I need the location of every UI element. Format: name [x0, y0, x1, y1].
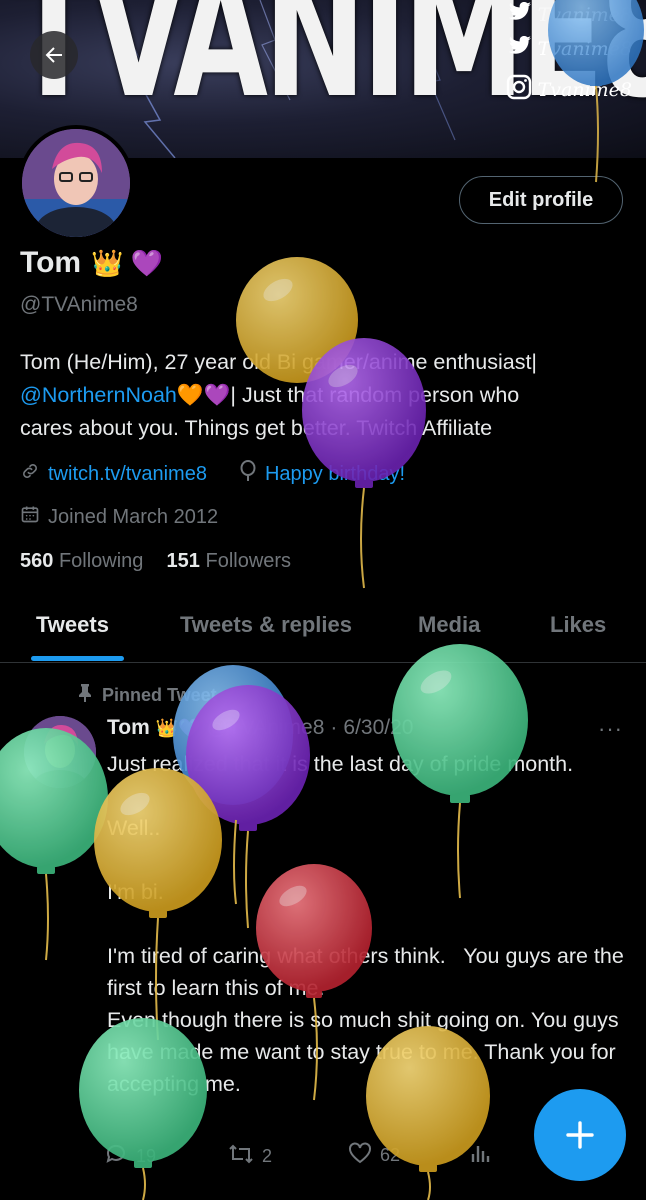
profile-birthday-link[interactable]: Happy birthday! — [265, 463, 405, 486]
active-tab-indicator — [31, 656, 124, 661]
bio-line-3: cares about you. Things get better. Twit… — [20, 416, 493, 440]
pinned-label: Pinned Tweet — [102, 685, 217, 705]
tweet-text: Just realized that it is the last day of… — [107, 752, 624, 1096]
profile-joined-text: Joined March 2012 — [48, 505, 219, 528]
followers-link[interactable]: 151 Followers — [167, 550, 292, 572]
profile-website-link[interactable]: twitch.tv/tvanime8 — [48, 463, 207, 486]
banner-handle-text: Tvanime8 — [537, 3, 632, 26]
edit-profile-button[interactable]: Edit profile — [459, 176, 623, 224]
profile-avatar[interactable] — [18, 125, 134, 241]
retweet-count: 2 — [262, 1146, 273, 1166]
twitter-bird-icon — [508, 1, 532, 27]
tab-likes[interactable]: Likes — [550, 612, 606, 638]
bio-line-2-rest: 🧡💜| Just that random person who — [176, 383, 520, 407]
tweet-date[interactable]: 6/30/20 — [343, 716, 413, 740]
views-button[interactable] — [470, 1142, 492, 1169]
retweet-button[interactable]: 2 — [228, 1142, 272, 1171]
bio-line-1: Tom (He/Him), 27 year old Bi gamer/anime… — [20, 350, 538, 374]
profile-tabs: Tweets Tweets & replies Media Likes — [0, 604, 646, 663]
tweet-header: Tom 👑💜 @TVAnime8 · 6/30/20 — [107, 716, 413, 740]
compose-tweet-button[interactable] — [534, 1089, 626, 1181]
reply-button[interactable]: 19 — [104, 1142, 156, 1171]
profile-handle: @TVAnime8 — [20, 293, 138, 316]
profile-meta-row: twitch.tv/tvanime8 Happy birthday! — [20, 460, 405, 488]
instagram-icon — [506, 74, 532, 105]
tweet-author-name[interactable]: Tom — [107, 716, 150, 740]
profile-name-text: Tom — [20, 246, 82, 279]
followers-count: 151 — [166, 550, 200, 572]
retweet-icon — [228, 1142, 254, 1171]
profile-name-emojis: 👑 💜 — [91, 247, 164, 278]
tab-tweets[interactable]: Tweets — [36, 612, 109, 638]
followers-label: Followers — [205, 550, 292, 572]
pin-icon — [78, 684, 92, 707]
pinned-indicator: Pinned Tweet — [78, 684, 217, 707]
avatar-illustration — [22, 129, 130, 237]
like-count: 62 — [380, 1145, 401, 1165]
tweet-author-avatar[interactable] — [24, 716, 96, 788]
twitter-bird-icon — [508, 35, 532, 61]
profile-name: Tom 👑 💜 — [20, 246, 163, 280]
calendar-icon — [20, 504, 40, 530]
banner-twitter-handle-2: Tvanime8 — [508, 35, 632, 61]
tweet-author-handle[interactable]: @TVAnime8 — [207, 716, 325, 740]
following-label: Following — [58, 550, 144, 572]
balloon-icon — [239, 460, 257, 488]
heart-icon — [348, 1142, 372, 1169]
arrow-left-icon — [45, 47, 62, 63]
banner-handle-text: Tvanime8 — [537, 37, 632, 60]
bio-mention-link[interactable]: @NorthernNoah — [20, 383, 177, 407]
reply-icon — [104, 1142, 128, 1171]
tweet-separator: · — [330, 716, 338, 739]
reply-count: 19 — [136, 1146, 157, 1166]
like-button[interactable]: 62 — [348, 1142, 400, 1169]
follow-stats: 560 Following 151 Followers — [20, 550, 291, 573]
link-icon — [20, 461, 40, 487]
banner-twitter-handle-1: Tvanime8 — [508, 1, 632, 27]
profile-joined-row: Joined March 2012 — [20, 504, 218, 530]
avatar-illustration — [24, 716, 96, 788]
plus-icon — [566, 1121, 594, 1149]
tab-tweets-and-replies[interactable]: Tweets & replies — [180, 612, 352, 638]
tweet-more-button[interactable]: ··· — [598, 716, 623, 742]
following-count: 560 — [20, 550, 54, 572]
profile-bio: Tom (He/Him), 27 year old Bi gamer/anime… — [20, 346, 620, 445]
analytics-icon — [470, 1142, 492, 1169]
banner-handle-text: Tvanime8 — [537, 78, 632, 101]
tweet-author-emojis: 👑💜 — [155, 717, 201, 738]
tab-media[interactable]: Media — [418, 612, 480, 638]
bio-line-2: @NorthernNoah🧡💜| Just that random person… — [20, 379, 620, 412]
following-link[interactable]: 560 Following — [20, 550, 143, 572]
banner-instagram-handle: Tvanime8 — [506, 74, 632, 105]
back-button[interactable] — [30, 31, 78, 79]
